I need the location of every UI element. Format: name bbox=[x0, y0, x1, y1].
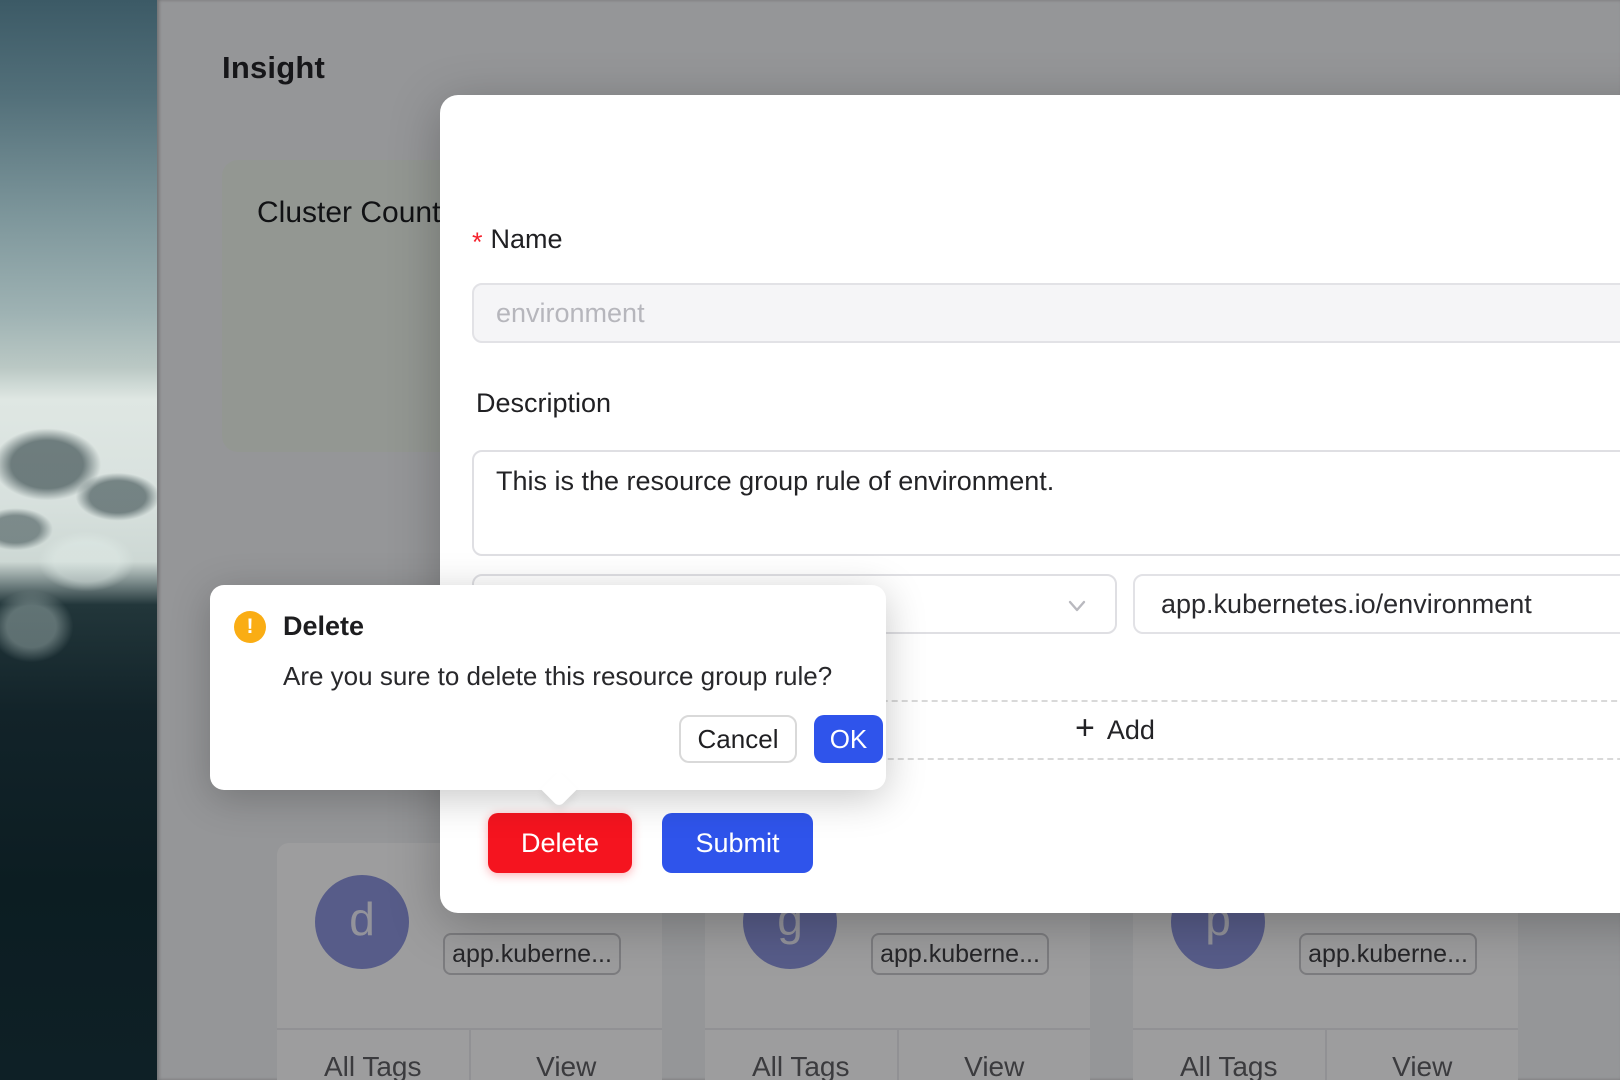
description-label: Description bbox=[476, 388, 611, 419]
delete-popconfirm: ! Delete Are you sure to delete this res… bbox=[210, 585, 886, 790]
warning-icon: ! bbox=[234, 611, 266, 643]
required-asterisk: * bbox=[472, 223, 483, 256]
name-label: * Name bbox=[472, 223, 563, 256]
ok-button[interactable]: OK bbox=[814, 715, 883, 763]
plus-icon: + bbox=[1075, 713, 1095, 747]
name-input[interactable] bbox=[472, 283, 1620, 343]
description-textarea[interactable]: This is the resource group rule of envir… bbox=[472, 450, 1620, 556]
chevron-down-icon bbox=[1065, 594, 1089, 618]
edit-rule-modal: * Name Description This is the resource … bbox=[440, 95, 1620, 913]
screen: Insight Cluster Count d app.kuberne... A… bbox=[0, 0, 1620, 1080]
submit-button[interactable]: Submit bbox=[662, 813, 813, 873]
group-by-tag-input[interactable] bbox=[1133, 574, 1620, 634]
desktop-wallpaper bbox=[0, 0, 157, 1080]
popconfirm-message: Are you sure to delete this resource gro… bbox=[283, 661, 832, 692]
popconfirm-title: Delete bbox=[283, 611, 364, 642]
delete-button[interactable]: Delete bbox=[488, 813, 632, 873]
cancel-button[interactable]: Cancel bbox=[679, 715, 797, 763]
